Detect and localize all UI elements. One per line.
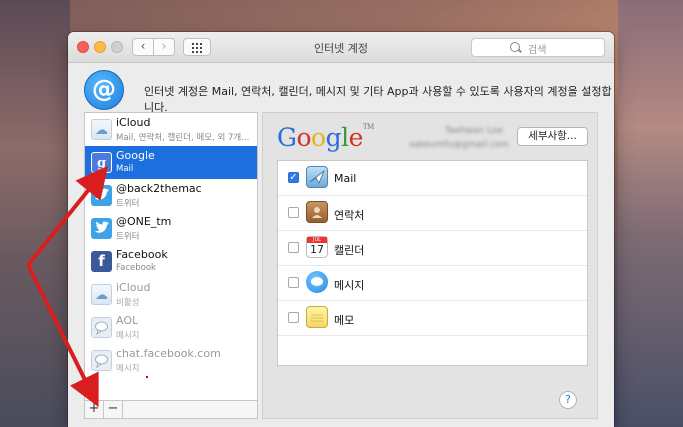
messages-app-icon: [306, 271, 328, 293]
account-subtitle: Facebook: [116, 263, 156, 273]
accounts-list-footer: + −: [85, 400, 257, 418]
service-row-contacts: 연락처: [278, 196, 587, 231]
calendar-day: 17: [310, 243, 324, 256]
calendar-app-icon: JUL 17: [306, 236, 328, 258]
desktop-wallpaper-left: [0, 0, 70, 427]
account-row-google[interactable]: g Google Mail: [85, 146, 257, 179]
service-label: 메시지: [334, 279, 365, 292]
twitter-icon: [91, 218, 112, 239]
notes-app-icon: [306, 306, 328, 328]
icloud-icon: ☁: [91, 284, 112, 305]
account-subtitle: 트위터: [116, 199, 140, 209]
account-row-facebook[interactable]: f Facebook Facebook: [85, 245, 257, 278]
accounts-list: ☁ iCloud Mail, 연락처, 캘린더, 메모, 외 7개... g G…: [84, 112, 258, 419]
desktop-wallpaper-right: [618, 0, 683, 427]
search-placeholder: 검색: [528, 45, 547, 56]
account-row-aol[interactable]: AOL 메시지: [85, 311, 257, 344]
service-checkbox-notes[interactable]: [288, 312, 299, 323]
mail-app-icon: [306, 166, 328, 188]
pane-description: 인터넷 계정은 Mail, 연락처, 캘린더, 메시지 및 기타 App과 사용…: [144, 85, 612, 114]
account-row-icloud-inactive[interactable]: ☁ iCloud 비활성: [85, 278, 257, 311]
help-button[interactable]: ?: [559, 391, 577, 409]
account-email: sakeumfu@gmail.com: [409, 140, 510, 150]
annotation-dot: [146, 376, 148, 378]
account-name: iCloud: [116, 116, 151, 129]
account-subtitle: Mail: [116, 164, 134, 174]
details-button[interactable]: 세부사항...: [517, 127, 588, 146]
account-subtitle: Mail, 연락처, 캘린더, 메모, 외 7개...: [116, 133, 250, 143]
facebook-icon: f: [91, 251, 112, 272]
account-subtitle: 트위터: [116, 232, 140, 242]
account-owner-name: Taehwan Lee: [444, 126, 503, 136]
search-icon: [510, 42, 520, 52]
internet-accounts-icon: @: [84, 70, 124, 110]
service-row-mail: ✓ Mail: [278, 161, 587, 196]
google-icon: g: [91, 152, 112, 173]
account-name: AOL: [116, 314, 139, 327]
title-bar: ‹ › 인터넷 계정 검색: [68, 32, 614, 63]
account-name: @ONE_tm: [116, 215, 172, 228]
google-logo: GoogleTM: [277, 123, 374, 152]
account-row-icloud[interactable]: ☁ iCloud Mail, 연락처, 캘린더, 메모, 외 7개...: [85, 113, 257, 146]
account-name: Google: [116, 149, 155, 162]
services-list: ✓ Mail 연락처 JUL 17 캘린더 메시지 메모: [277, 160, 588, 366]
service-row-messages: 메시지: [278, 266, 587, 301]
service-checkbox-messages[interactable]: [288, 277, 299, 288]
account-row-twitter-back2themac[interactable]: @back2themac 트위터: [85, 179, 257, 212]
account-name: @back2themac: [116, 182, 202, 195]
service-checkbox-calendar[interactable]: [288, 242, 299, 253]
account-subtitle: 메시지: [116, 331, 140, 341]
account-name: Facebook: [116, 248, 168, 261]
service-row-notes: 메모: [278, 301, 587, 336]
account-name: iCloud: [116, 281, 151, 294]
service-checkbox-contacts[interactable]: [288, 207, 299, 218]
add-account-button[interactable]: +: [85, 401, 104, 418]
account-subtitle: 메시지: [116, 364, 140, 374]
service-label: 메모: [334, 314, 355, 327]
service-row-calendar: JUL 17 캘린더: [278, 231, 587, 266]
account-name: chat.facebook.com: [116, 347, 221, 360]
account-row-twitter-one-tm[interactable]: @ONE_tm 트위터: [85, 212, 257, 245]
service-label: 캘린더: [334, 244, 365, 257]
twitter-icon: [91, 185, 112, 206]
contacts-app-icon: [306, 201, 328, 223]
account-subtitle: 비활성: [116, 298, 140, 308]
icloud-icon: ☁: [91, 119, 112, 140]
service-checkbox-mail[interactable]: ✓: [288, 172, 299, 183]
aol-chat-icon: [91, 317, 112, 338]
search-field[interactable]: 검색: [471, 38, 605, 57]
account-row-chat-facebook[interactable]: chat.facebook.com 메시지: [85, 344, 257, 377]
service-label: 연락처: [334, 209, 365, 222]
service-label: Mail: [334, 172, 357, 185]
account-detail-pane: GoogleTM Taehwan Lee sakeumfu@gmail.com …: [262, 112, 598, 419]
internet-accounts-window: ‹ › 인터넷 계정 검색 @ 인터넷 계정은 Mail, 연락처, 캘린더, …: [68, 32, 614, 427]
chat-icon: [91, 350, 112, 371]
remove-account-button[interactable]: −: [104, 401, 123, 418]
